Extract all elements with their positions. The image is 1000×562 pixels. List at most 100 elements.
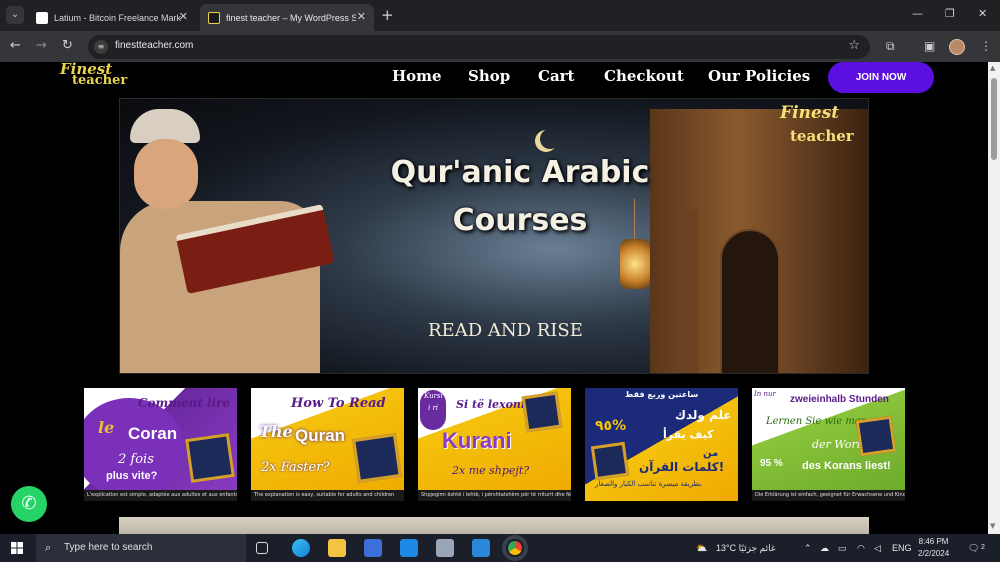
whatsapp-chat-button[interactable]: ✆ (11, 486, 47, 522)
tab-search-icon[interactable]: ⌄ (6, 6, 24, 24)
search-icon: ⌕ (45, 542, 52, 554)
course-card-french[interactable]: Comment lire le Coran 2 fois plus vite? … (84, 388, 237, 501)
arch-door (720, 229, 780, 373)
tab-title: Latium - Bitcoin Freelance Mark (54, 12, 182, 23)
card-text: i ri (428, 404, 439, 412)
photos-icon[interactable] (436, 539, 454, 557)
tab-finest-teacher[interactable]: finest teacher – My WordPress S ✕ (200, 4, 374, 31)
close-tab-icon[interactable]: ✕ (179, 10, 188, 23)
join-now-button[interactable]: JOIN NOW (828, 62, 934, 93)
card-text: بطريقة ميسرة تناسب الكبار والصغار (595, 480, 702, 488)
show-hidden-icons-icon[interactable]: ⌃ (804, 534, 812, 562)
hero-title: Qur'anic Arabic Courses (360, 149, 680, 245)
close-window-icon[interactable]: ✕ (978, 7, 987, 20)
mail-icon[interactable] (400, 539, 418, 557)
notification-count: 2 (981, 544, 985, 551)
new-tab-icon[interactable]: + (381, 6, 394, 24)
reload-icon[interactable]: ↻ (62, 39, 73, 53)
language-indicator[interactable]: ENG (892, 534, 912, 562)
course-card-german[interactable]: In nur zweieinhalb Stunden Lernen Sie wi… (752, 388, 905, 501)
scroll-up-icon[interactable]: ▲ (990, 64, 995, 72)
nav-our-policies[interactable]: Our Policies (708, 67, 810, 85)
card-text: ٩٥% (595, 418, 627, 434)
quran-book-icon (590, 441, 630, 481)
weather-icon[interactable]: ⛅ (696, 534, 707, 562)
tab-latium[interactable]: Latium - Bitcoin Freelance Mark ✕ (28, 4, 196, 31)
extensions-icon[interactable]: ⧉ (886, 39, 895, 54)
course-card-english[interactable]: How To Read The Quran 2x Faster? The exp… (251, 388, 404, 501)
address-bar[interactable]: ≡ finestteacher.com ☆ (88, 35, 870, 59)
card-footer: L'explication est simple, adaptée aux ad… (84, 490, 237, 501)
forward-icon[interactable]: → (36, 39, 47, 53)
boy-reading-image (120, 109, 340, 373)
scroll-down-icon[interactable]: ▼ (990, 522, 995, 530)
site-info-icon[interactable]: ≡ (94, 40, 108, 54)
quran-book-icon (521, 391, 563, 433)
course-card-arabic[interactable]: ساعتين وربع فقط ٩٥% علم ولدك كيف يقرأ من… (585, 388, 738, 501)
weather-text[interactable]: 13°C غائم جزئيًا (716, 534, 776, 562)
hero-tagline: READ AND RISE (428, 320, 583, 341)
card-text: Coran (128, 424, 178, 443)
card-text: Quran (295, 426, 346, 445)
chrome-icon[interactable] (506, 539, 524, 557)
card-text: zweieinhalb Stunden (790, 394, 889, 405)
card-text: How To Read (291, 396, 386, 411)
app-icon[interactable] (472, 539, 490, 557)
cloud-icon[interactable]: ☁ (820, 534, 829, 562)
back-icon[interactable]: ← (10, 39, 21, 53)
card-text: 2 fois (118, 452, 154, 467)
nav-checkout[interactable]: Checkout (604, 67, 684, 85)
course-card-albanian[interactable]: Kursi i ri Si të lexoni Kurani 2x me shp… (418, 388, 571, 501)
card-text: plus vite? (106, 470, 158, 482)
hero-logo-line2: teacher (790, 127, 854, 145)
next-section-banner (119, 517, 869, 534)
nav-cart[interactable]: Cart (538, 67, 575, 85)
card-text: كلمات القرآن! (639, 460, 725, 474)
card-text: من (703, 448, 719, 459)
card-text: Kurani (442, 428, 512, 453)
battery-icon[interactable]: ▭ (838, 534, 847, 562)
crescent-moon-icon (540, 129, 560, 149)
nav-shop[interactable]: Shop (468, 67, 510, 85)
task-view-icon[interactable] (256, 542, 268, 554)
edge-icon[interactable] (292, 539, 310, 557)
nav-home[interactable]: Home (392, 67, 442, 85)
site-logo[interactable]: Finest teacher (60, 62, 140, 90)
url-text: finestteacher.com (115, 40, 194, 51)
card-text: 2x Faster? (261, 460, 330, 475)
profile-avatar[interactable] (949, 39, 965, 55)
store-icon[interactable] (364, 539, 382, 557)
menu-dots-icon[interactable]: ⋮ (980, 39, 992, 53)
lantern-icon (620, 239, 650, 289)
browser-toolbar: ← → ↻ ≡ finestteacher.com ☆ ⧉ ▣ ⋮ (0, 31, 1000, 62)
tab-title: finest teacher – My WordPress S (226, 12, 356, 23)
notification-center-icon[interactable]: 🗨 (968, 534, 979, 562)
quran-book-icon (185, 433, 235, 483)
volume-icon[interactable]: ◁ (874, 534, 881, 562)
card-text: In nur (754, 390, 776, 398)
scrollbar-thumb[interactable] (991, 78, 997, 160)
card-text: كيف يقرأ (663, 428, 714, 441)
restore-icon[interactable]: ❐ (945, 7, 955, 20)
hero-logo-line1: Finest (780, 103, 840, 123)
bookmark-star-icon[interactable]: ☆ (848, 38, 860, 53)
clock-time: 8:46 PM (918, 537, 949, 546)
file-explorer-icon[interactable] (328, 539, 346, 557)
card-text: ساعتين وربع فقط (625, 390, 699, 399)
side-panel-icon[interactable]: ▣ (924, 39, 935, 53)
card-text: Lernen Sie wie man (766, 416, 868, 427)
taskbar-search-box[interactable]: ⌕ Type here to search (36, 534, 246, 562)
quran-book-icon (855, 415, 897, 457)
card-text: The (259, 422, 293, 441)
network-icon[interactable]: ◠ (857, 534, 865, 562)
windows-start-icon[interactable] (11, 542, 23, 554)
card-footer: Die Erklärung ist einfach, geeignet für … (752, 490, 905, 501)
windows-taskbar: ⌕ Type here to search ⛅ 13°C غائم جزئيًا… (0, 534, 1000, 562)
minimize-icon[interactable]: — (912, 7, 923, 20)
browser-tab-bar: ⌄ Latium - Bitcoin Freelance Mark ✕ fine… (0, 0, 1000, 31)
close-tab-icon[interactable]: ✕ (357, 10, 366, 23)
card-text: علم ولدك (675, 408, 732, 422)
clock[interactable]: 8:46 PM 2/2/2024 (918, 536, 949, 560)
hero-title-line2: Courses (452, 203, 588, 238)
page-scrollbar[interactable]: ▲ ▼ (988, 62, 1000, 534)
